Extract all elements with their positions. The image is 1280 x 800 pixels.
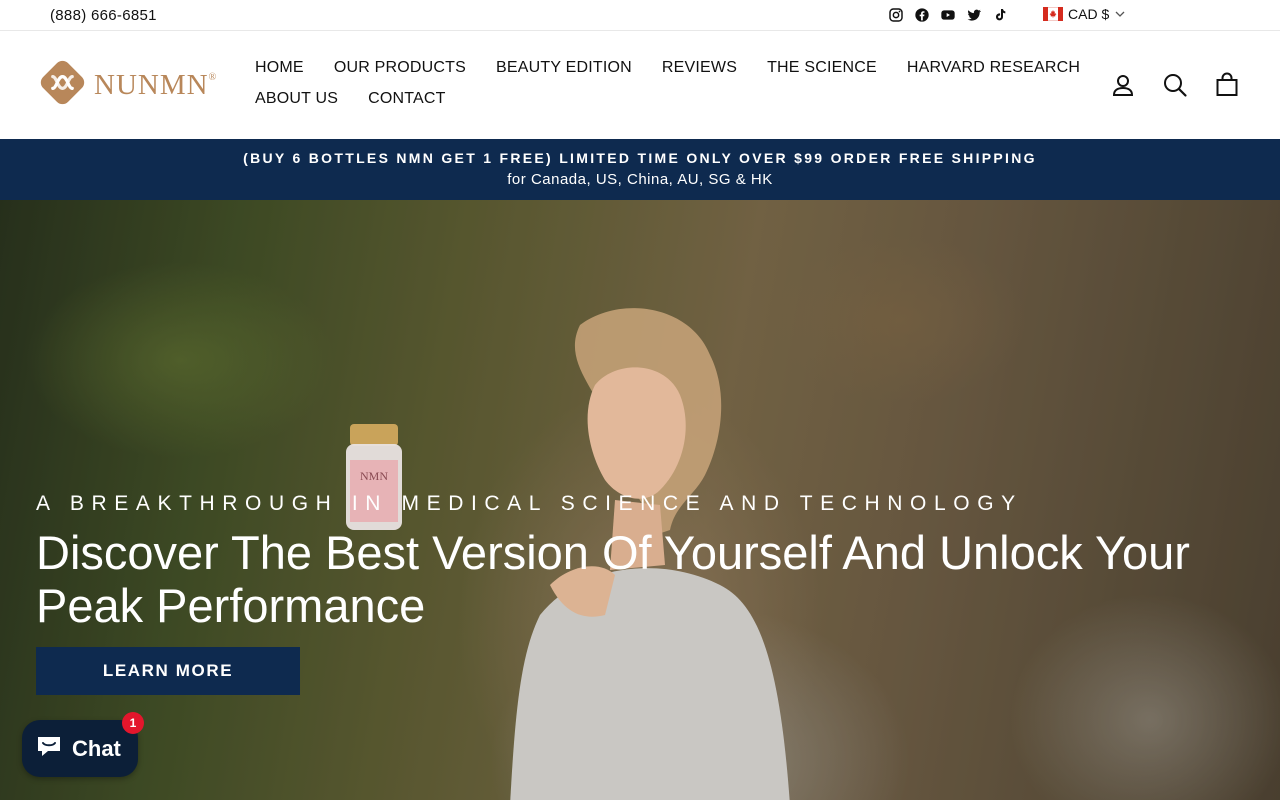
announcement-regions: for Canada, US, China, AU, SG & HK <box>507 171 773 188</box>
learn-more-button[interactable]: LEARN MORE <box>36 647 300 695</box>
logo-text: NUNMN® <box>94 68 218 101</box>
nav-the-science[interactable]: THE SCIENCE <box>767 57 877 79</box>
hero-headline: Discover The Best Version Of Yourself An… <box>36 526 1190 632</box>
cart-icon[interactable] <box>1214 72 1240 98</box>
chat-bubble-icon <box>34 731 64 766</box>
currency-label: CAD $ <box>1068 6 1110 22</box>
hero-content: A BREAKTHROUGH IN MEDICAL SCIENCE AND TE… <box>36 492 1236 695</box>
logo-mark-icon <box>39 59 86 111</box>
account-icon[interactable] <box>1110 72 1136 98</box>
facebook-icon[interactable] <box>913 6 931 24</box>
top-utility-bar: (888) 666-6851 CAD $ <box>0 0 1280 31</box>
instagram-icon[interactable] <box>887 6 905 24</box>
header-icons <box>1110 72 1240 98</box>
social-links <box>887 6 1009 24</box>
currency-selector[interactable]: CAD $ <box>1042 6 1126 22</box>
hero-banner: NMN A BREAKTHROUGH IN MEDICAL SCIENCE AN… <box>0 200 1280 800</box>
hero-kicker: A BREAKTHROUGH IN MEDICAL SCIENCE AND TE… <box>36 492 1023 515</box>
announcement-promo[interactable]: (BUY 6 BOTTLES NMN GET 1 FREE) LIMITED T… <box>0 150 1280 166</box>
chat-notification-badge: 1 <box>122 712 144 734</box>
chevron-down-icon <box>1115 11 1125 17</box>
nav-about-us[interactable]: ABOUT US <box>255 88 338 110</box>
twitter-icon[interactable] <box>965 6 983 24</box>
canada-flag-icon <box>1042 6 1064 22</box>
nav-contact[interactable]: CONTACT <box>368 88 446 110</box>
site-header: NUNMN® HOME OUR PRODUCTS BEAUTY EDITION … <box>0 31 1280 139</box>
logo[interactable]: NUNMN® <box>39 60 224 110</box>
phone-number[interactable]: (888) 666-6851 <box>50 7 157 24</box>
nav-our-products[interactable]: OUR PRODUCTS <box>334 57 466 79</box>
youtube-icon[interactable] <box>939 6 957 24</box>
tiktok-icon[interactable] <box>991 6 1009 24</box>
nav-reviews[interactable]: REVIEWS <box>662 57 737 79</box>
chat-button[interactable]: Chat <box>22 720 138 777</box>
nav-harvard-research[interactable]: HARVARD RESEARCH <box>907 57 1080 79</box>
search-icon[interactable] <box>1162 72 1188 98</box>
chat-label: Chat <box>72 735 121 761</box>
announcement-bar: (BUY 6 BOTTLES NMN GET 1 FREE) LIMITED T… <box>0 139 1280 200</box>
nav-home[interactable]: HOME <box>255 57 304 79</box>
main-nav: HOME OUR PRODUCTS BEAUTY EDITION REVIEWS… <box>255 57 1095 110</box>
bottle-label: NMN <box>360 469 388 483</box>
nav-beauty-edition[interactable]: BEAUTY EDITION <box>496 57 632 79</box>
